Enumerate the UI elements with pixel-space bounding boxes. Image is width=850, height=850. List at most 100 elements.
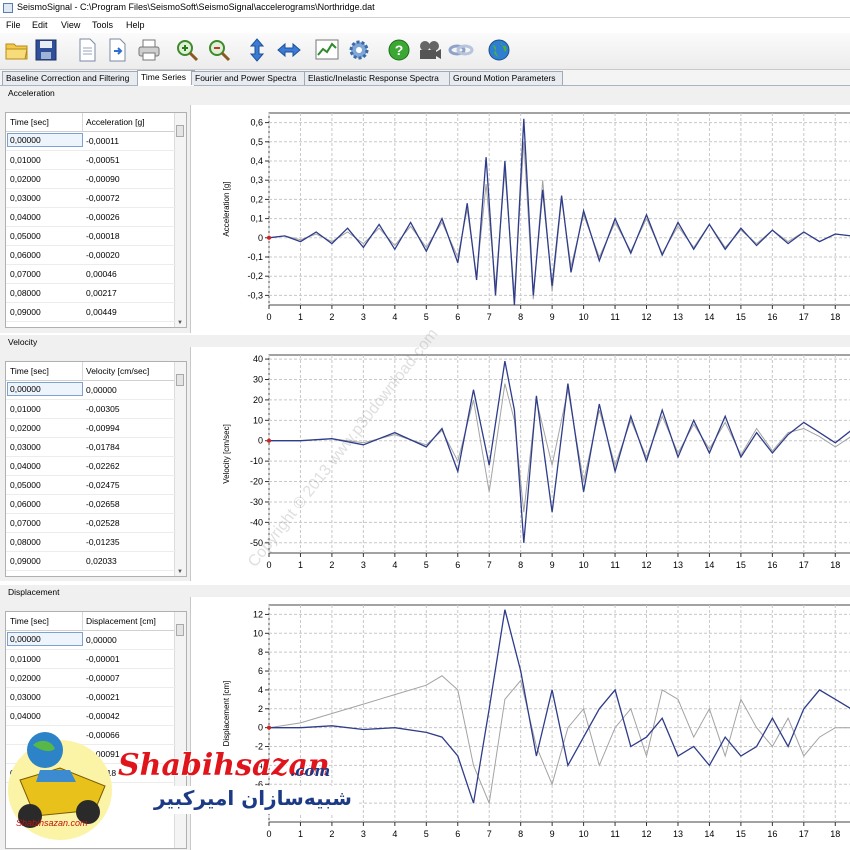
cell-time[interactable]: 0,01000 bbox=[10, 654, 41, 664]
film-icon[interactable] bbox=[416, 37, 442, 63]
table-row[interactable]: 0,09000 0,00449 bbox=[6, 303, 176, 322]
column-header-time[interactable]: Time [sec] bbox=[10, 616, 49, 626]
column-header-displacement[interactable]: Displacement [cm] bbox=[86, 616, 156, 626]
table-row[interactable]: 0,01000 -0,00305 bbox=[6, 400, 176, 419]
cell-value[interactable]: 0,02033 bbox=[86, 556, 117, 566]
cell-value[interactable]: -0,00072 bbox=[86, 193, 120, 203]
menu-edit[interactable]: Edit bbox=[32, 20, 48, 30]
cell-time[interactable]: 0,09000 bbox=[10, 307, 41, 317]
cell-time[interactable]: 0,08000 bbox=[10, 537, 41, 547]
menu-file[interactable]: File bbox=[6, 20, 21, 30]
cell-value[interactable]: -0,02528 bbox=[86, 518, 120, 528]
table-row[interactable]: 0,08000 0,00217 bbox=[6, 284, 176, 303]
menu-view[interactable]: View bbox=[61, 20, 80, 30]
table-row[interactable]: 0,00000 0,00000 bbox=[6, 381, 176, 400]
cell-time[interactable]: 0,01000 bbox=[10, 155, 41, 165]
cell-time[interactable]: 0,02000 bbox=[10, 423, 41, 433]
cell-time[interactable]: 0,07000 bbox=[10, 518, 41, 528]
tab-ground-motion-parameters[interactable]: Ground Motion Parameters bbox=[449, 71, 563, 85]
table-row[interactable]: 0,07000 -0,02528 bbox=[6, 514, 176, 533]
cell-value[interactable]: -0,00021 bbox=[86, 692, 120, 702]
table-row[interactable]: 0,00000 -0,00011 bbox=[6, 132, 176, 151]
cell-time[interactable]: 0,04000 bbox=[10, 461, 41, 471]
table-row[interactable]: 0,07000 0,00046 bbox=[6, 265, 176, 284]
cell-value[interactable]: -0,00026 bbox=[86, 212, 120, 222]
cell-time[interactable]: 0,01000 bbox=[10, 404, 41, 414]
table-row[interactable]: 0,03000 -0,01784 bbox=[6, 438, 176, 457]
cell-value[interactable]: -0,02262 bbox=[86, 461, 120, 471]
table-row[interactable]: 0,06000 -0,00020 bbox=[6, 246, 176, 265]
menu-help[interactable]: Help bbox=[126, 20, 145, 30]
cell-value[interactable]: -0,00018 bbox=[86, 231, 120, 241]
import-document-icon[interactable] bbox=[104, 37, 130, 63]
table-row[interactable]: 0,05000 -0,00018 bbox=[6, 227, 176, 246]
cell-value[interactable]: -0,02658 bbox=[86, 499, 120, 509]
column-header-velocity[interactable]: Velocity [cm/sec] bbox=[86, 366, 149, 376]
table-row[interactable]: 0,00000 0,00000 bbox=[6, 631, 176, 650]
table-row[interactable]: 0,08000 -0,01235 bbox=[6, 533, 176, 552]
cell-value[interactable]: -0,00051 bbox=[86, 155, 120, 165]
cell-time[interactable]: 0,03000 bbox=[10, 193, 41, 203]
table-row[interactable]: 0,01000 -0,00001 bbox=[6, 650, 176, 669]
cell-value[interactable]: -0,01235 bbox=[86, 537, 120, 547]
cell-time[interactable]: 0,07000 bbox=[10, 269, 41, 279]
chart-icon[interactable] bbox=[314, 37, 340, 63]
table-row[interactable]: 0,02000 -0,00090 bbox=[6, 170, 176, 189]
cell-value[interactable]: -0,00090 bbox=[86, 174, 120, 184]
table-row[interactable]: 0,05000 -0,02475 bbox=[6, 476, 176, 495]
cell-value[interactable]: -0,01784 bbox=[86, 442, 120, 452]
horizontal-arrows-icon[interactable] bbox=[276, 37, 302, 63]
gear-icon[interactable] bbox=[346, 37, 372, 63]
new-document-icon[interactable] bbox=[74, 37, 100, 63]
cell-value[interactable]: -0,00020 bbox=[86, 250, 120, 260]
cell-time[interactable]: 0,05000 bbox=[10, 231, 41, 241]
zoom-in-icon[interactable] bbox=[174, 37, 200, 63]
cell-value[interactable]: -0,02475 bbox=[86, 480, 120, 490]
cell-value[interactable]: 0,00000 bbox=[86, 635, 117, 645]
tab-time-series[interactable]: Time Series bbox=[137, 70, 195, 86]
cell-time[interactable]: 0,00000 bbox=[7, 133, 83, 147]
cell-time[interactable]: 0,02000 bbox=[10, 673, 41, 683]
table-row[interactable]: 0,09000 0,02033 bbox=[6, 552, 176, 571]
help-icon[interactable]: ? bbox=[386, 37, 412, 63]
cell-value[interactable]: -0,00001 bbox=[86, 654, 120, 664]
cell-time[interactable]: 0,03000 bbox=[10, 442, 41, 452]
cell-value[interactable]: -0,00011 bbox=[86, 136, 119, 146]
table-row[interactable]: 0,04000 -0,02262 bbox=[6, 457, 176, 476]
column-header-acceleration[interactable]: Acceleration [g] bbox=[86, 117, 145, 127]
cell-time[interactable]: 0,00000 bbox=[7, 632, 83, 646]
cell-time[interactable]: 0,04000 bbox=[10, 212, 41, 222]
table-row[interactable]: 0,06000 -0,02658 bbox=[6, 495, 176, 514]
column-header-time[interactable]: Time [sec] bbox=[10, 366, 49, 376]
cell-value[interactable]: 0,00000 bbox=[86, 385, 117, 395]
cell-time[interactable]: 0,00000 bbox=[7, 382, 83, 396]
cell-value[interactable]: 0,00449 bbox=[86, 307, 117, 317]
cell-time[interactable]: 0,05000 bbox=[10, 480, 41, 490]
cell-time[interactable]: 0,06000 bbox=[10, 250, 41, 260]
tab-fourier-power-spectra[interactable]: Fourier and Power Spectra bbox=[191, 71, 307, 85]
table-row[interactable]: 0,02000 -0,00994 bbox=[6, 419, 176, 438]
save-disk-icon[interactable] bbox=[33, 37, 59, 63]
table-row[interactable]: 0,02000 -0,00007 bbox=[6, 669, 176, 688]
zoom-out-icon[interactable] bbox=[206, 37, 232, 63]
link-icon[interactable] bbox=[448, 37, 474, 63]
cell-time[interactable]: 0,08000 bbox=[10, 288, 41, 298]
cell-time[interactable]: 0,03000 bbox=[10, 692, 41, 702]
cell-value[interactable]: 0,00217 bbox=[86, 288, 117, 298]
cell-value[interactable]: 0,00046 bbox=[86, 269, 117, 279]
cell-value[interactable]: -0,00007 bbox=[86, 673, 120, 683]
cell-time[interactable]: 0,02000 bbox=[10, 174, 41, 184]
menu-tools[interactable]: Tools bbox=[92, 20, 113, 30]
table-row[interactable]: 0,03000 -0,00072 bbox=[6, 189, 176, 208]
tab-response-spectra[interactable]: Elastic/Inelastic Response Spectra bbox=[304, 71, 451, 85]
print-icon[interactable] bbox=[136, 37, 162, 63]
cell-time[interactable]: 0,06000 bbox=[10, 499, 41, 509]
cell-value[interactable]: -0,00305 bbox=[86, 404, 120, 414]
column-header-time[interactable]: Time [sec] bbox=[10, 117, 49, 127]
open-folder-icon[interactable] bbox=[4, 37, 30, 63]
table-row[interactable]: 0,03000 -0,00021 bbox=[6, 688, 176, 707]
globe-icon[interactable] bbox=[486, 37, 512, 63]
tab-baseline-correction[interactable]: Baseline Correction and Filtering bbox=[2, 71, 142, 85]
vertical-arrows-icon[interactable] bbox=[244, 37, 270, 63]
cell-time[interactable]: 0,09000 bbox=[10, 556, 41, 566]
